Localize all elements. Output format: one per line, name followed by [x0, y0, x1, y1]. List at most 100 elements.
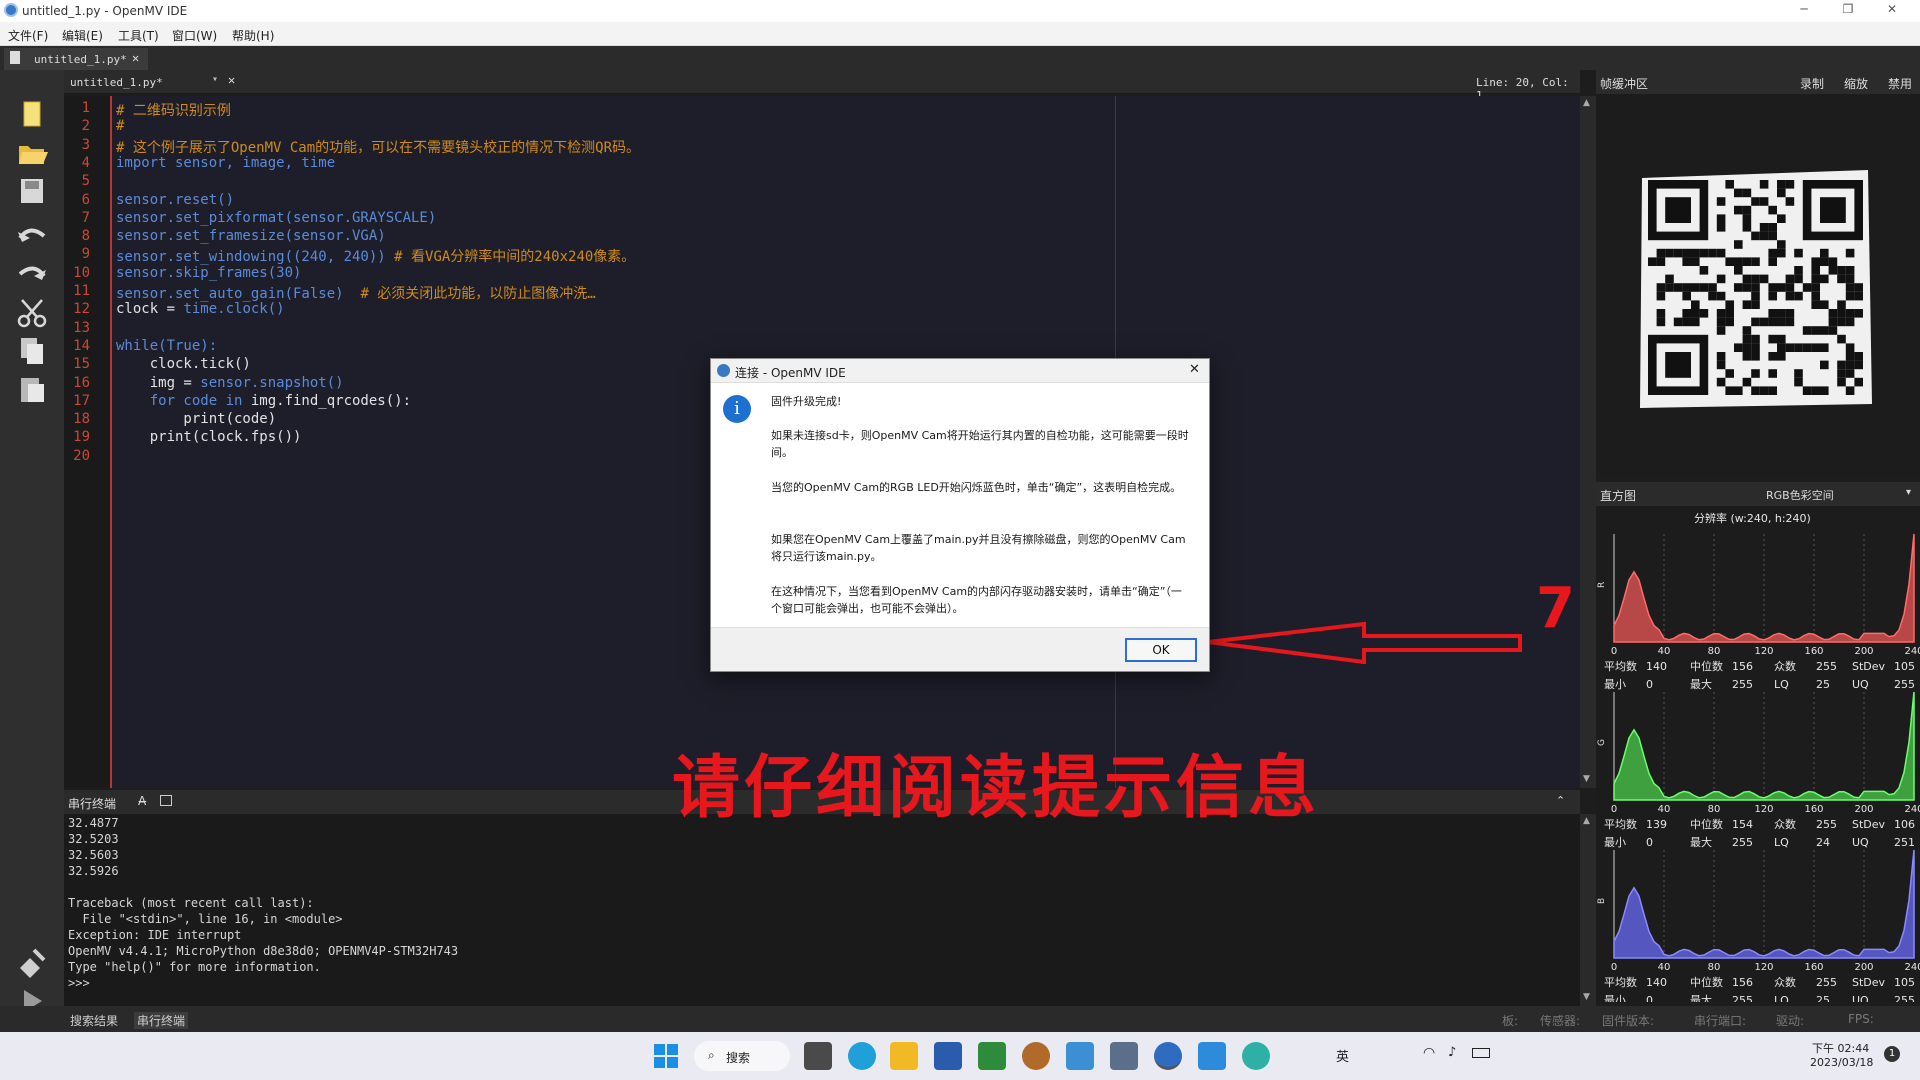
zoom-button[interactable]: 缩放	[1844, 75, 1868, 92]
serial-scroll-down-icon[interactable]: ▼	[1583, 992, 1590, 1002]
copy-icon[interactable]	[14, 334, 50, 368]
code-token: while(True):	[116, 337, 218, 354]
stat-value: 255	[1816, 818, 1837, 831]
open-folder-icon[interactable]	[14, 136, 50, 170]
tick-label: 0	[1611, 962, 1617, 973]
wifi-icon[interactable]: ◠	[1423, 1045, 1435, 1061]
scroll-down-icon[interactable]: ▼	[1583, 774, 1590, 784]
qr-module	[1768, 248, 1777, 258]
taskbar-time[interactable]: 下午 02:44	[1812, 1040, 1869, 1056]
code-line: sensor.set_framesize(sensor.VGA)	[116, 228, 386, 244]
editor-file-label[interactable]: untitled_1.py*	[70, 76, 163, 89]
menu-file[interactable]: 文件(F)	[8, 27, 48, 44]
document-tab[interactable]: untitled_1.py* ✕	[4, 48, 148, 70]
qr-module	[1837, 300, 1846, 309]
stat-value: 255	[1816, 660, 1837, 673]
qr-module	[1768, 205, 1777, 215]
qr-module	[1837, 274, 1846, 284]
stat-label: 中位数	[1690, 817, 1723, 831]
stat-value: 255	[1894, 994, 1915, 1002]
app-bear-icon[interactable]	[1022, 1042, 1050, 1070]
edge-browser-icon[interactable]	[848, 1042, 876, 1070]
undo-icon[interactable]	[14, 220, 50, 254]
qr-module	[1845, 248, 1855, 258]
save-log-icon[interactable]	[160, 795, 172, 806]
serial-terminal-title: 串行终端	[68, 797, 117, 811]
framebuffer-header: 帧缓冲区 录制 缩放 禁用	[1596, 70, 1920, 94]
serial-scroll-up-icon[interactable]: ▲	[1583, 816, 1590, 826]
chevron-down-icon[interactable]: ▾	[212, 74, 218, 85]
connect-icon[interactable]	[14, 946, 50, 980]
app-cloud-icon[interactable]	[1066, 1042, 1094, 1070]
menu-edit[interactable]: 编辑(E)	[62, 27, 103, 44]
paste-icon[interactable]	[14, 372, 50, 406]
code-token: sensor.set_windowing((240, 240))	[116, 249, 395, 266]
line-number: 3	[81, 136, 90, 153]
taskbar-search[interactable]: ⌕ 搜索	[694, 1041, 790, 1071]
qr-module	[1691, 257, 1700, 266]
qr-module	[1708, 248, 1717, 258]
serial-scrollbar[interactable]: ▲ ▼	[1580, 814, 1596, 1006]
tick-label: 240	[1904, 804, 1920, 815]
close-tab-icon[interactable]: ✕	[132, 51, 139, 65]
save-icon[interactable]	[14, 174, 50, 208]
app-blue-icon[interactable]	[1198, 1042, 1226, 1070]
new-file-icon[interactable]	[14, 98, 50, 132]
redo-icon[interactable]	[14, 258, 50, 292]
colorspace-chevron-icon[interactable]: ▾	[1906, 487, 1911, 498]
serial-line: 32.5926	[68, 864, 119, 878]
qr-module	[1691, 317, 1700, 327]
close-window-button[interactable]: ✕	[1872, 2, 1912, 20]
notification-badge[interactable]: 1	[1884, 1046, 1900, 1062]
disable-button[interactable]: 禁用	[1888, 75, 1912, 92]
qr-module	[1777, 214, 1786, 223]
qr-module	[1837, 266, 1846, 275]
close-editor-icon[interactable]: ✕	[228, 73, 235, 87]
code-token: sensor.set_pixformat(sensor.GRAYSCALE)	[116, 209, 437, 226]
taskbar-date[interactable]: 2023/03/18	[1810, 1056, 1873, 1069]
qr-finder	[1665, 352, 1691, 378]
qr-module	[1837, 377, 1846, 387]
volume-icon[interactable]: ♪	[1448, 1045, 1456, 1060]
colorspace-select[interactable]: RGB色彩空间	[1766, 487, 1834, 503]
qr-module	[1854, 377, 1863, 387]
status-sensor: 传感器:	[1540, 1014, 1581, 1028]
windows-taskbar: ⌕ 搜索 ◠ ♪ 英 下午 02:44 2023/03/18 1	[0, 1032, 1920, 1080]
word-icon[interactable]	[934, 1042, 962, 1070]
scroll-up-icon[interactable]: ▲	[1583, 98, 1590, 108]
qr-module	[1716, 352, 1726, 361]
record-button[interactable]: 录制	[1800, 75, 1824, 92]
qr-module	[1785, 274, 1795, 284]
menu-window[interactable]: 窗口(W)	[172, 27, 217, 44]
ok-button[interactable]: OK	[1125, 638, 1197, 662]
qr-module	[1811, 266, 1820, 275]
menu-tools[interactable]: 工具(T)	[118, 27, 159, 44]
left-toolbar	[0, 70, 64, 1032]
file-explorer-icon[interactable]	[890, 1042, 918, 1070]
tab-serial-terminal[interactable]: 串行终端	[134, 1012, 189, 1029]
maximize-button[interactable]: ❐	[1828, 2, 1868, 20]
tab-search-results[interactable]: 搜索结果	[70, 1012, 118, 1029]
collapse-terminal-icon[interactable]: ⌃	[1556, 794, 1565, 807]
dialog-close-icon[interactable]: ✕	[1189, 362, 1200, 377]
ime-indicator[interactable]: 英	[1336, 1046, 1349, 1065]
tick-label: 120	[1754, 804, 1773, 815]
clear-terminal-icon[interactable]: A̶	[138, 794, 146, 808]
qr-module	[1682, 291, 1691, 301]
battery-icon[interactable]	[1472, 1048, 1490, 1058]
line-number: 18	[73, 411, 90, 428]
app-globe-icon[interactable]	[1242, 1042, 1270, 1070]
qr-module	[1785, 180, 1795, 189]
app-green-icon[interactable]	[978, 1042, 1006, 1070]
editor-scrollbar[interactable]: ▲ ▼	[1580, 96, 1596, 788]
task-view-icon[interactable]	[804, 1042, 832, 1070]
app-monitor-icon[interactable]	[1110, 1042, 1138, 1070]
serial-terminal[interactable]: 32.4877 32.5203 32.5603 32.5926 Traceback (m…	[64, 814, 1580, 1006]
minimize-button[interactable]: ─	[1784, 2, 1824, 20]
start-icon[interactable]	[652, 1042, 680, 1070]
openmv-taskbar-icon[interactable]	[1154, 1042, 1182, 1070]
stat-value: 251	[1894, 836, 1915, 849]
tick-label: 160	[1804, 646, 1823, 657]
cut-icon[interactable]	[14, 296, 50, 330]
menu-help[interactable]: 帮助(H)	[232, 27, 274, 44]
